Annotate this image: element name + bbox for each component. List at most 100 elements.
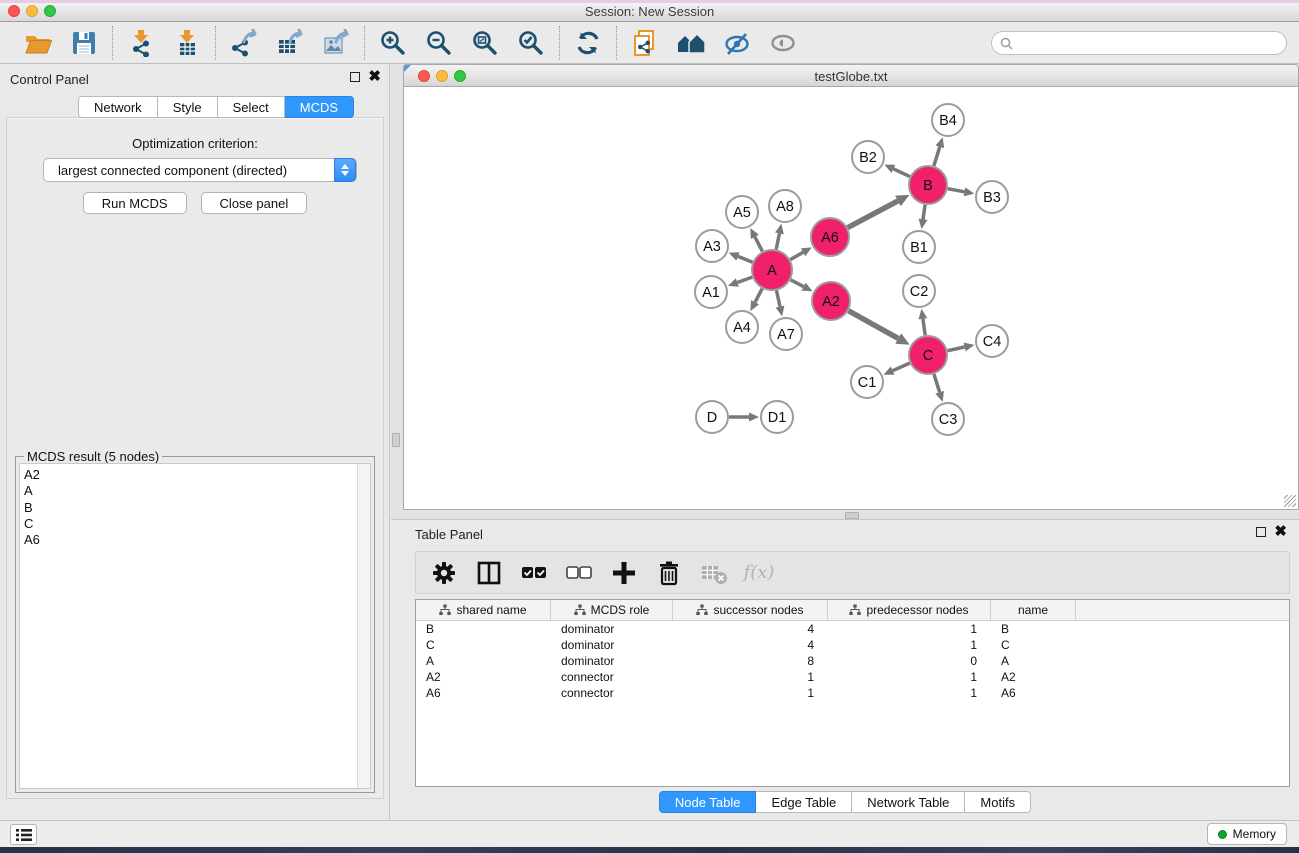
graph-edge-A-A7[interactable] xyxy=(776,291,780,307)
table-cell[interactable]: dominator xyxy=(551,637,673,653)
table-cell[interactable]: 1 xyxy=(828,685,991,701)
refresh-button[interactable] xyxy=(572,27,604,59)
result-list-item[interactable]: C xyxy=(24,516,370,532)
result-list-item[interactable]: A6 xyxy=(24,532,370,548)
graph-node-C1[interactable]: C1 xyxy=(851,366,883,398)
table-cell[interactable]: B xyxy=(416,621,551,637)
memory-button[interactable]: Memory xyxy=(1207,823,1287,845)
graph-edge-A-A2[interactable] xyxy=(791,280,804,287)
table-cell[interactable]: 1 xyxy=(673,669,828,685)
graph-node-D1[interactable]: D1 xyxy=(761,401,793,433)
zoom-out-button[interactable] xyxy=(423,27,455,59)
table-row-A6[interactable]: A6connector11A6 xyxy=(416,685,1289,701)
table-close-icon[interactable]: ✖ xyxy=(1274,527,1287,537)
export-network-button[interactable] xyxy=(228,27,260,59)
tab-edge-table[interactable]: Edge Table xyxy=(756,791,852,813)
run-mcds-button[interactable]: Run MCDS xyxy=(83,192,187,214)
graph-edge-A6-B[interactable] xyxy=(848,201,898,228)
graph-node-A1[interactable]: A1 xyxy=(695,276,727,308)
table-cell[interactable]: dominator xyxy=(551,621,673,637)
table-cell[interactable]: 8 xyxy=(673,653,828,669)
desktop-vscroll-thumb[interactable] xyxy=(392,433,400,447)
tab-network[interactable]: Network xyxy=(78,96,158,118)
show-details-button[interactable] xyxy=(767,27,799,59)
table-cell[interactable]: dominator xyxy=(551,653,673,669)
network-window-titlebar[interactable]: testGlobe.txt xyxy=(403,64,1299,87)
float-panel-icon[interactable] xyxy=(350,72,360,82)
settings-gear-button[interactable] xyxy=(430,559,458,587)
table-cell[interactable]: 0 xyxy=(828,653,991,669)
save-session-button[interactable] xyxy=(68,27,100,59)
graph-edge-C-C2[interactable] xyxy=(923,319,925,335)
graph-edge-A-A3[interactable] xyxy=(738,256,753,262)
table-cell[interactable]: 1 xyxy=(673,685,828,701)
table-cell[interactable]: 4 xyxy=(673,637,828,653)
split-columns-button[interactable] xyxy=(475,559,503,587)
search-box[interactable] xyxy=(991,31,1287,55)
table-cell[interactable]: connector xyxy=(551,685,673,701)
table-cell[interactable]: A6 xyxy=(416,685,551,701)
graph-node-B2[interactable]: B2 xyxy=(852,141,884,173)
result-list-item[interactable]: A xyxy=(24,483,370,499)
table-cell[interactable]: A xyxy=(991,653,1076,669)
table-cell[interactable]: 1 xyxy=(828,621,991,637)
table-cell[interactable]: 4 xyxy=(673,621,828,637)
open-folder-button[interactable] xyxy=(22,27,54,59)
table-cell[interactable]: connector xyxy=(551,669,673,685)
home-layout-button[interactable] xyxy=(675,27,707,59)
graph-node-B1[interactable]: B1 xyxy=(903,231,935,263)
graph-edge-A-A4[interactable] xyxy=(755,289,762,303)
graph-node-A5[interactable]: A5 xyxy=(726,196,758,228)
copy-network-button[interactable] xyxy=(629,27,661,59)
graph-node-C4[interactable]: C4 xyxy=(976,325,1008,357)
graph-edge-A-A1[interactable] xyxy=(737,277,752,282)
graph-edge-C-C1[interactable] xyxy=(893,363,910,371)
zoom-selected-button[interactable] xyxy=(515,27,547,59)
graph-node-A8[interactable]: A8 xyxy=(769,190,801,222)
graph-node-C3[interactable]: C3 xyxy=(932,403,964,435)
graph-edge-B-B4[interactable] xyxy=(934,147,940,166)
table-cell[interactable]: A6 xyxy=(991,685,1076,701)
criterion-dropdown[interactable]: largest connected component (directed) xyxy=(43,158,357,182)
graph-edge-B-B3[interactable] xyxy=(948,189,965,192)
column-header-MCDS-role[interactable]: MCDS role xyxy=(551,600,673,620)
tab-network-table[interactable]: Network Table xyxy=(852,791,965,813)
graph-node-A7[interactable]: A7 xyxy=(770,318,802,350)
table-row-B[interactable]: Bdominator41B xyxy=(416,621,1289,637)
table-float-icon[interactable] xyxy=(1256,527,1266,537)
graph-node-B3[interactable]: B3 xyxy=(976,181,1008,213)
graph-node-B4[interactable]: B4 xyxy=(932,104,964,136)
table-cell[interactable]: 1 xyxy=(828,669,991,685)
graph-node-A2[interactable]: A2 xyxy=(812,282,850,320)
deselect-all-button[interactable] xyxy=(565,559,593,587)
add-column-button[interactable] xyxy=(610,559,638,587)
graph-node-B[interactable]: B xyxy=(909,166,947,204)
graph-node-A[interactable]: A xyxy=(752,250,792,290)
result-list-item[interactable]: B xyxy=(24,500,370,516)
delete-trash-button[interactable] xyxy=(655,559,683,587)
desktop-hscroll-thumb[interactable] xyxy=(845,512,859,519)
table-cell[interactable]: A xyxy=(416,653,551,669)
table-row-C[interactable]: Cdominator41C xyxy=(416,637,1289,653)
column-header-name[interactable]: name xyxy=(991,600,1076,620)
table-row-A2[interactable]: A2connector11A2 xyxy=(416,669,1289,685)
import-network-button[interactable] xyxy=(125,27,157,59)
column-header-successor-nodes[interactable]: successor nodes xyxy=(673,600,828,620)
graph-edge-C-C3[interactable] xyxy=(934,374,940,392)
graph-edge-A-A6[interactable] xyxy=(790,252,803,259)
tab-style[interactable]: Style xyxy=(158,96,218,118)
search-input[interactable] xyxy=(1018,36,1278,50)
graph-edge-A-A5[interactable] xyxy=(755,237,762,251)
result-scrollbar[interactable] xyxy=(357,464,370,788)
graph-node-C[interactable]: C xyxy=(909,336,947,374)
mcds-result-list[interactable]: A2ABCA6 xyxy=(19,463,371,789)
graph-edge-A-A8[interactable] xyxy=(776,233,779,249)
graph-edge-A2-C[interactable] xyxy=(848,311,898,339)
column-header-shared-name[interactable]: shared name xyxy=(416,600,551,620)
zoom-in-button[interactable] xyxy=(377,27,409,59)
graph-edge-B-B2[interactable] xyxy=(893,169,910,177)
table-cell[interactable]: A2 xyxy=(991,669,1076,685)
table-cell[interactable]: C xyxy=(991,637,1076,653)
select-all-button[interactable] xyxy=(520,559,548,587)
tab-select[interactable]: Select xyxy=(218,96,285,118)
